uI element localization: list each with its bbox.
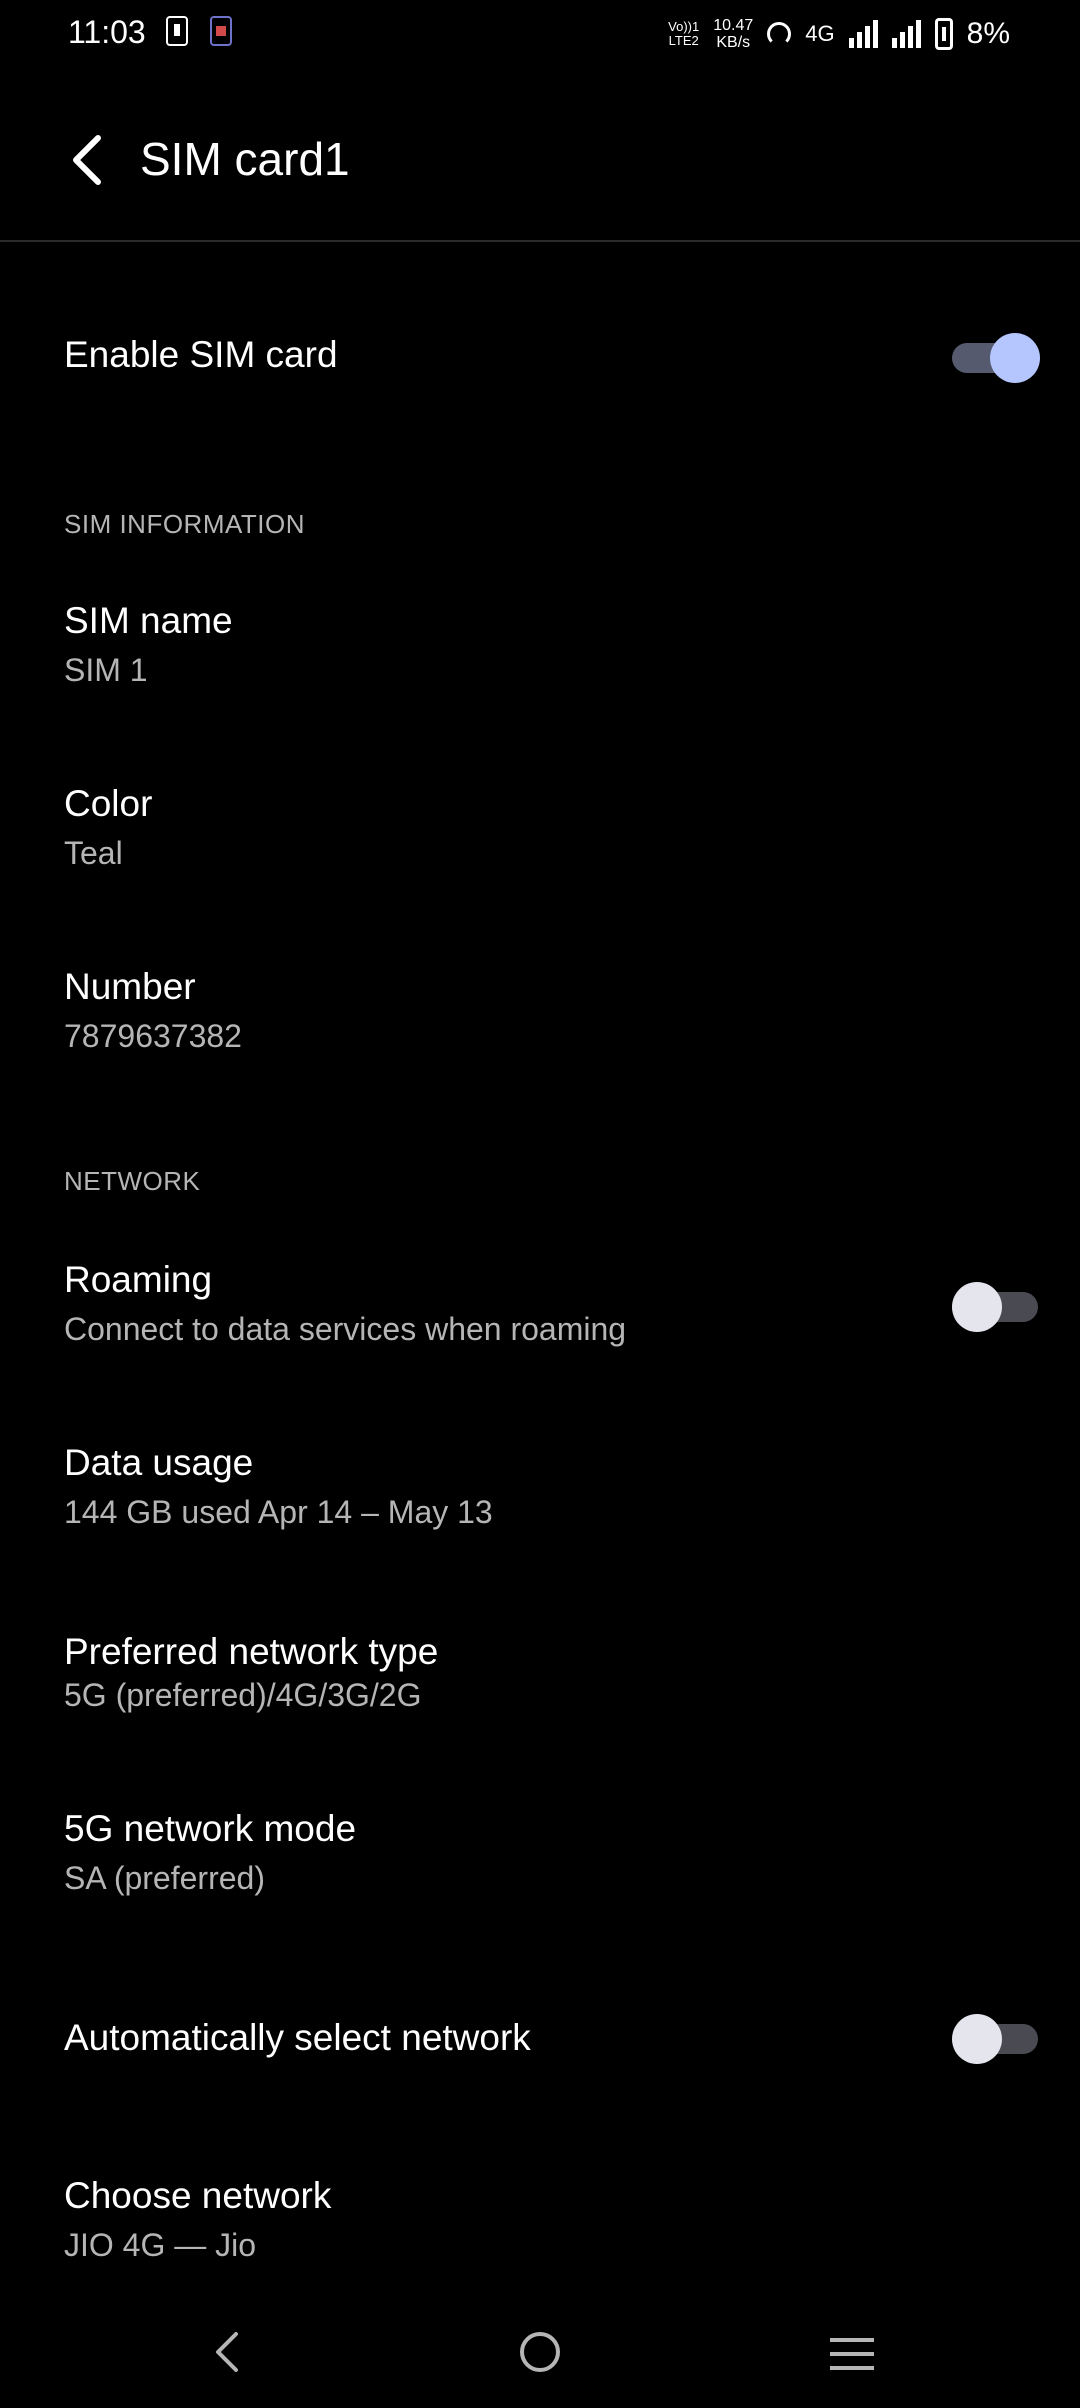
auto-select-network-toggle[interactable]	[952, 2011, 1040, 2065]
status-bar: 11:03 Vo))1 LTE2 10.47 KB/s 4G 8%	[0, 0, 1080, 70]
choose-network-value: JIO 4G — Jio	[64, 2227, 257, 2263]
battery-percentage: 8%	[966, 17, 1010, 50]
sd-card-icon	[210, 16, 232, 46]
number-label: Number	[64, 966, 196, 1007]
network-type: 4G	[805, 21, 835, 46]
roaming-toggle[interactable]	[952, 1279, 1040, 1333]
signal-icon-sim1	[848, 20, 878, 48]
data-usage-row[interactable]: Data usage 144 GB used Apr 14 – May 13	[64, 1442, 1044, 1531]
data-usage-value: 144 GB used Apr 14 – May 13	[64, 1494, 493, 1530]
network-speed: 10.47 KB/s	[713, 17, 754, 51]
nav-recents-icon[interactable]	[830, 2338, 874, 2370]
volte-indicator: Vo))1 LTE2	[668, 19, 700, 48]
enable-sim-toggle[interactable]	[952, 330, 1040, 384]
choose-network-label: Choose network	[64, 2175, 332, 2216]
signal-icon-sim2	[891, 20, 921, 48]
preferred-network-type-value: 5G (preferred)/4G/3G/2G	[64, 1677, 422, 1713]
page-title: SIM card1	[140, 133, 350, 185]
enable-sim-label: Enable SIM card	[64, 334, 338, 375]
status-notification-icons	[166, 16, 232, 46]
auto-select-network-label: Automatically select network	[64, 2017, 531, 2058]
app-bar: SIM card1	[0, 90, 1080, 242]
nav-home-icon[interactable]	[520, 2332, 560, 2372]
sim-name-value: SIM 1	[64, 652, 148, 688]
nav-back-icon[interactable]	[210, 2330, 246, 2374]
number-row[interactable]: Number 7879637382	[64, 966, 1044, 1055]
sim-information-header: SIM INFORMATION	[64, 509, 306, 539]
sim-name-row[interactable]: SIM name SIM 1	[64, 600, 1044, 689]
status-indicators: Vo))1 LTE2 10.47 KB/s 4G 8%	[668, 14, 1010, 54]
data-usage-label: Data usage	[64, 1442, 254, 1483]
auto-select-network-row[interactable]: Automatically select network	[64, 2017, 924, 2059]
number-value: 7879637382	[64, 1018, 242, 1054]
back-arrow-icon[interactable]	[64, 130, 112, 190]
choose-network-row[interactable]: Choose network JIO 4G — Jio	[64, 2175, 1044, 2264]
download-icon	[166, 16, 188, 46]
network-header: NETWORK	[64, 1166, 201, 1196]
color-row[interactable]: Color Teal	[64, 783, 1044, 872]
battery-charging-icon	[934, 18, 953, 50]
status-time: 11:03	[68, 14, 146, 50]
roaming-label: Roaming	[64, 1259, 213, 1300]
5g-network-mode-row[interactable]: 5G network mode SA (preferred)	[64, 1808, 1044, 1897]
sim-name-label: SIM name	[64, 600, 233, 641]
preferred-network-type-label: Preferred network type	[64, 1631, 439, 1672]
color-value: Teal	[64, 835, 123, 871]
color-label: Color	[64, 783, 153, 824]
5g-network-mode-value: SA (preferred)	[64, 1860, 265, 1896]
roaming-description: Connect to data services when roaming	[64, 1311, 627, 1347]
roaming-row[interactable]: Roaming Connect to data services when ro…	[64, 1259, 924, 1348]
preferred-network-type-row[interactable]: Preferred network type 5G (preferred)/4G…	[64, 1631, 1044, 1714]
navigation-bar	[0, 2300, 1080, 2408]
5g-network-mode-label: 5G network mode	[64, 1808, 357, 1849]
hotspot-icon	[767, 22, 792, 46]
enable-sim-row[interactable]: Enable SIM card	[64, 334, 1044, 376]
